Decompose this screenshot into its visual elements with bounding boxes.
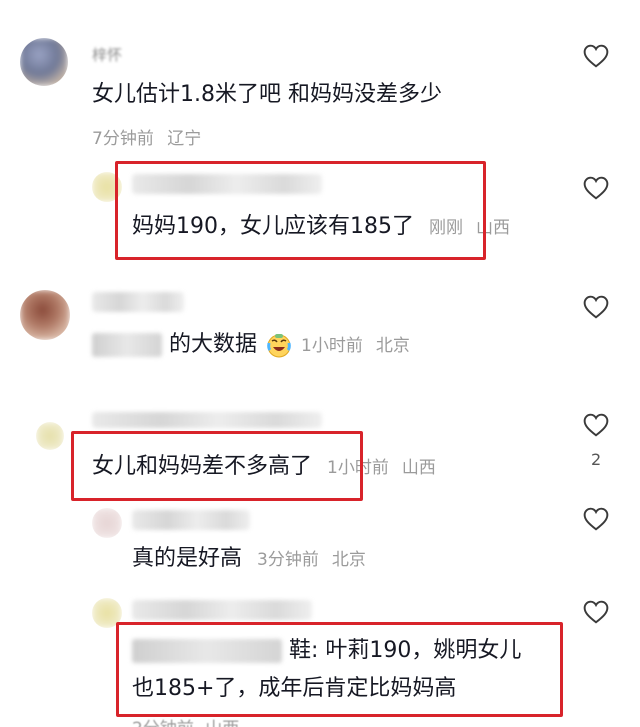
avatar[interactable] (92, 508, 122, 538)
comment-body: 妈妈190，女儿应该有185了 (132, 214, 414, 239)
comment-author-name-blurred (132, 510, 250, 530)
like-heart-icon[interactable] (583, 413, 609, 437)
avatar[interactable] (20, 290, 70, 340)
comment-text: 真的是好高 3分钟前 北京 (132, 544, 366, 575)
comment-author-name[interactable]: 梓怀 (92, 44, 122, 65)
comment-body: 鞋: 叶莉190，姚明女儿 (289, 638, 522, 663)
comment-meta: 7分钟前 辽宁 (92, 124, 201, 149)
avatar[interactable] (36, 422, 64, 450)
comment-text-line1: 鞋: 叶莉190，姚明女儿 (132, 636, 521, 666)
comment-text: 女儿和妈妈差不多高了 1小时前 山西 (92, 452, 436, 483)
comment-author-name-blurred (132, 174, 322, 194)
comment-author-name-blurred (92, 292, 184, 312)
comment-meta: 2分钟前 山西 (132, 714, 239, 727)
like-count: 2 (591, 450, 602, 469)
comment-author-name-blurred (132, 600, 312, 620)
like-heart-icon[interactable] (583, 600, 609, 624)
avatar[interactable] (20, 38, 68, 86)
comment-body: 的大数据 (169, 332, 258, 357)
comment-author-name-blurred (92, 412, 322, 428)
comment-time: 2分钟前 (132, 719, 194, 727)
comment-time: 刚刚 (428, 218, 463, 238)
crying-laughing-face-icon (266, 332, 292, 358)
comment-body: 女儿和妈妈差不多高了 (92, 454, 313, 479)
comment-text: 女儿估计1.8米了吧 和妈妈没差多少 (92, 82, 442, 107)
comment-location: 山西 (475, 218, 510, 238)
like-heart-icon[interactable] (583, 44, 609, 68)
comment-location: 北京 (375, 336, 410, 356)
comment-location: 山西 (205, 719, 239, 727)
blurred-text (132, 639, 282, 663)
comment-text: 的大数据 1小时前 北京 (92, 330, 410, 361)
comment-body: 真的是好高 (132, 546, 243, 571)
comment-location: 辽宁 (167, 129, 202, 149)
avatar[interactable] (92, 172, 122, 202)
comment-location: 山西 (401, 458, 436, 478)
comment-time: 3分钟前 (257, 550, 319, 570)
comment-location: 北京 (331, 550, 366, 570)
like-heart-icon[interactable] (583, 295, 609, 319)
blurred-text (92, 333, 162, 357)
comment-time: 1小时前 (301, 336, 363, 356)
avatar[interactable] (92, 598, 122, 628)
like-heart-icon[interactable] (583, 507, 609, 531)
comment-text-line2: 也185+了，成年后肯定比妈妈高 (132, 676, 457, 701)
comment-time: 7分钟前 (92, 129, 154, 149)
like-heart-icon[interactable] (583, 176, 609, 200)
comment-time: 1小时前 (327, 458, 389, 478)
comment-text: 妈妈190，女儿应该有185了 刚刚 山西 (132, 212, 510, 243)
